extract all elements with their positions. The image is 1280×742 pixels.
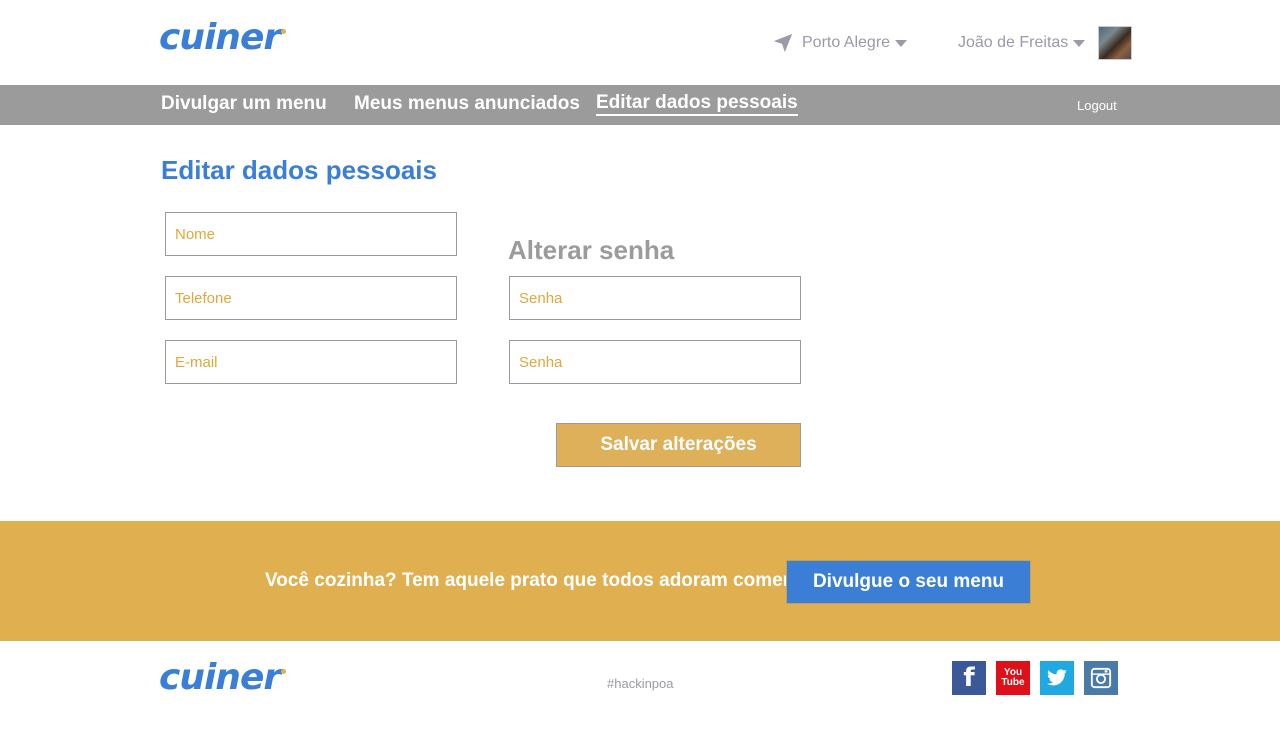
footer-logo[interactable]: cuiner [159, 657, 287, 698]
facebook-icon[interactable]: f [952, 661, 986, 695]
instagram-camera-icon [1090, 667, 1112, 689]
youtube-glyph-bottom: Tube [1001, 677, 1025, 688]
phone-input[interactable] [166, 277, 456, 319]
password-input[interactable] [510, 277, 800, 319]
twitter-bird-icon [1047, 669, 1067, 686]
main-nav: Divulgar um menu Meus menus anunciados E… [0, 85, 1280, 125]
name-field-wrapper [165, 212, 457, 256]
logo-dot [281, 29, 287, 34]
email-input[interactable] [166, 341, 456, 383]
location-label: Porto Alegre [802, 34, 891, 51]
nav-item-divulgar-menu[interactable]: Divulgar um menu [161, 92, 327, 116]
password-field-wrapper [509, 276, 801, 320]
email-field-wrapper [165, 340, 457, 384]
phone-field-wrapper [165, 276, 457, 320]
nav-item-meus-menus[interactable]: Meus menus anunciados [354, 92, 580, 116]
footer-logo-text: cuiner [159, 657, 281, 698]
page-title: Editar dados pessoais [161, 155, 437, 185]
hashtag-text: #hackinpoa [607, 676, 674, 691]
divulgue-menu-button[interactable]: Divulgue o seu menu [786, 560, 1031, 604]
facebook-glyph: f [963, 663, 975, 693]
password-confirm-field-wrapper [509, 340, 801, 384]
youtube-icon[interactable]: You Tube [996, 661, 1030, 695]
logo-text: cuiner [159, 17, 281, 58]
header: cuiner Porto Alegre João de Freitas [0, 0, 1280, 85]
location-selector[interactable]: Porto Alegre [772, 32, 908, 54]
promo-banner: Você cozinha? Tem aquele prato que todos… [0, 521, 1280, 641]
avatar[interactable] [1098, 26, 1133, 60]
user-menu[interactable]: João de Freitas [958, 26, 1133, 60]
promo-text: Você cozinha? Tem aquele prato que todos… [265, 570, 802, 591]
chevron-down-icon [895, 39, 908, 47]
chevron-down-icon [1073, 39, 1086, 47]
twitter-icon[interactable] [1040, 661, 1074, 695]
cuiner-logo[interactable]: cuiner [159, 17, 287, 58]
instagram-icon[interactable] [1084, 661, 1118, 695]
save-button[interactable]: Salvar alterações [556, 423, 801, 467]
logout-link[interactable]: Logout [1077, 98, 1117, 113]
logo-dot [281, 669, 287, 674]
user-name: João de Freitas [958, 34, 1069, 51]
name-input[interactable] [166, 213, 456, 255]
nav-item-editar-dados[interactable]: Editar dados pessoais [596, 92, 798, 116]
location-arrow-icon [773, 33, 793, 53]
password-section-title: Alterar senha [508, 235, 675, 265]
password-confirm-input[interactable] [510, 341, 800, 383]
